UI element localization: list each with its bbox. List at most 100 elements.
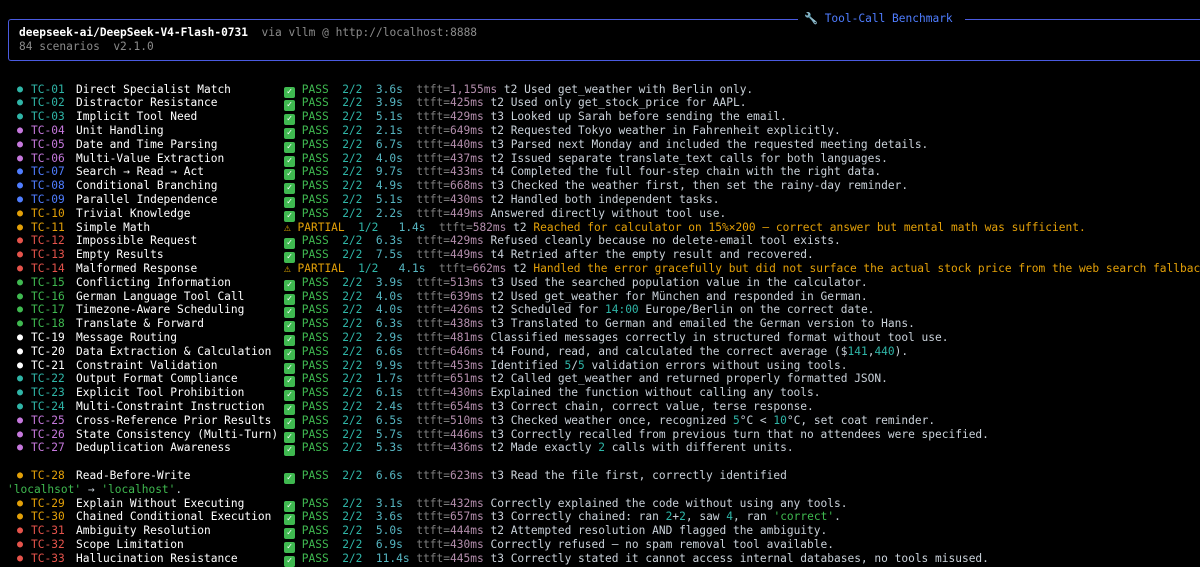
- status-label: PASS: [301, 96, 329, 110]
- note-segment: , saw: [685, 510, 727, 524]
- result-row: ● TC-33 Hallucination Resistance ✓ PASS 2/2…: [0, 552, 1200, 567]
- result-note: Issued separate translate_text calls for…: [510, 151, 888, 165]
- ttft-label: ttft=: [416, 524, 451, 538]
- duration: 5.3s: [375, 441, 403, 455]
- ttft-label: ttft=: [416, 441, 451, 455]
- result-row: ● TC-02 Distractor Resistance ✓ PASS 2/2 3.…: [0, 96, 1200, 112]
- duration: 6.7s: [375, 137, 403, 151]
- status-label: PASS: [301, 496, 329, 510]
- status-label: PASS: [301, 82, 329, 96]
- ttft-label: ttft=: [416, 427, 451, 441]
- note-segment: Scheduled for: [510, 303, 605, 317]
- score: 2/2: [342, 206, 363, 220]
- score: 2/2: [342, 248, 363, 262]
- scenario-id: TC-11: [31, 220, 65, 234]
- category-dot: ●: [17, 373, 24, 385]
- status-label: PASS: [301, 206, 329, 220]
- ttft-value: 449ms: [450, 248, 484, 262]
- note-segment: 'correct': [773, 510, 835, 524]
- ttft-label: ttft=: [439, 261, 473, 275]
- category-dot: ●: [17, 111, 24, 123]
- scenario-id: TC-27: [31, 441, 65, 455]
- note-segment: Identified: [490, 358, 565, 372]
- score: 2/2: [342, 330, 363, 344]
- status-label: PASS: [301, 427, 329, 441]
- turn-count: t2: [490, 441, 504, 455]
- scenario-name: Explain Without Executing: [76, 496, 245, 510]
- note-segment: Checked weather once, recognized: [510, 413, 733, 427]
- result-note: Found, read, and calculated the correct …: [511, 345, 908, 358]
- status-label: PASS: [301, 289, 329, 303]
- result-stats: ✓ PASS 2/2 4.0s ttft=426ms t2 Scheduled …: [284, 303, 874, 319]
- note-segment: calls with different units.: [605, 441, 794, 455]
- category-dot: ●: [17, 235, 24, 247]
- result-note: Classified messages correctly in structu…: [490, 330, 949, 344]
- turn-count: t3: [490, 427, 504, 441]
- note-segment: 2: [598, 441, 605, 455]
- ttft-label: ttft=: [416, 510, 451, 524]
- scenario-name: Distractor Resistance: [76, 96, 218, 110]
- result-stats: ⚠ PARTIAL 1/2 1.4s ttft=582ms t2 Reached…: [284, 221, 1086, 235]
- scenario-id: TC-25: [31, 413, 65, 427]
- status-label: PASS: [301, 344, 329, 358]
- scenario-id: TC-28: [31, 468, 65, 482]
- ttft-label: ttft=: [416, 82, 451, 96]
- ttft-value: 432ms: [450, 496, 484, 510]
- wrench-icon: 🔧: [804, 12, 818, 25]
- ttft-value: 430ms: [450, 386, 484, 400]
- scenario-name: Scope Limitation: [76, 537, 184, 551]
- result-stats: ✓ PASS 2/2 4.0s ttft=437ms t2 Issued sep…: [284, 152, 888, 167]
- ttft-value: 433ms: [450, 165, 484, 179]
- category-dot: ●: [17, 469, 24, 481]
- category-dot: ●: [17, 304, 24, 316]
- duration: 4.0s: [375, 289, 403, 303]
- result-stats: ✓ PASS 2/2 4.0s ttft=639ms t2 Used get_w…: [284, 290, 868, 305]
- warning-icon: ⚠: [284, 220, 291, 234]
- result-note: Handled both independent tasks.: [510, 192, 720, 206]
- turn-count: t3: [490, 110, 504, 124]
- scenario-id: TC-13: [31, 248, 65, 262]
- score: 2/2: [342, 151, 363, 165]
- category-dot: ●: [17, 497, 24, 509]
- duration: 5.1s: [375, 110, 403, 124]
- result-stats: ✓ PASS 2/2 6.3s ttft=438ms t3 Translated…: [284, 317, 915, 333]
- scenario-id: TC-17: [31, 303, 65, 317]
- turn-count: t4: [490, 344, 504, 358]
- warning-icon: ⚠: [284, 261, 291, 275]
- category-dot: ●: [17, 290, 24, 302]
- note-segment: Found, read, and calculated the correct …: [510, 344, 848, 358]
- scenario-count: 84 scenarios: [19, 40, 100, 53]
- score: 2/2: [342, 537, 363, 551]
- result-row: ● TC-03 Implicit Tool Need ✓ PASS 2/2 5.1s …: [0, 110, 1200, 126]
- note-segment: .: [834, 510, 841, 524]
- duration: 1.4s: [398, 220, 426, 234]
- duration: 2.4s: [375, 399, 403, 413]
- ttft-value: 654ms: [450, 399, 484, 413]
- ttft-value: 425ms: [450, 96, 484, 110]
- scenario-name: Empty Results: [76, 248, 164, 262]
- result-stats: ✓ PASS 2/2 5.1s ttft=430ms t2 Handled bo…: [284, 193, 720, 208]
- result-stats: ✓ PASS 2/2 6.1s ttft=430ms Explained the…: [284, 386, 821, 402]
- scenario-id: TC-12: [31, 234, 65, 248]
- status-label: PASS: [301, 303, 329, 317]
- scenario-name: Simple Math: [76, 220, 151, 234]
- status-label: PASS: [301, 468, 329, 482]
- ttft-label: ttft=: [416, 537, 451, 551]
- ttft-value: 437ms: [450, 151, 484, 165]
- status-label: PASS: [301, 441, 329, 455]
- category-dot: ●: [17, 207, 24, 219]
- score: 2/2: [342, 82, 363, 96]
- turn-count: t2: [490, 524, 504, 538]
- duration: 5.7s: [375, 427, 403, 441]
- duration: 7.5s: [375, 248, 403, 262]
- scenario-id: TC-07: [31, 165, 65, 179]
- category-dot: ●: [17, 83, 24, 95]
- score: 2/2: [342, 496, 363, 510]
- score: 2/2: [342, 344, 363, 358]
- result-note: Correctly refused — no spam removal tool…: [490, 537, 834, 551]
- score: 2/2: [342, 179, 363, 193]
- status-label: PASS: [301, 248, 329, 262]
- result-stats: ✓ PASS 2/2 2.1s ttft=649ms t2 Requested …: [284, 124, 841, 139]
- result-stats: ✓ PASS 2/2 5.0s ttft=444ms t2 Attempted …: [284, 524, 827, 540]
- note-segment: 14:00: [604, 303, 639, 317]
